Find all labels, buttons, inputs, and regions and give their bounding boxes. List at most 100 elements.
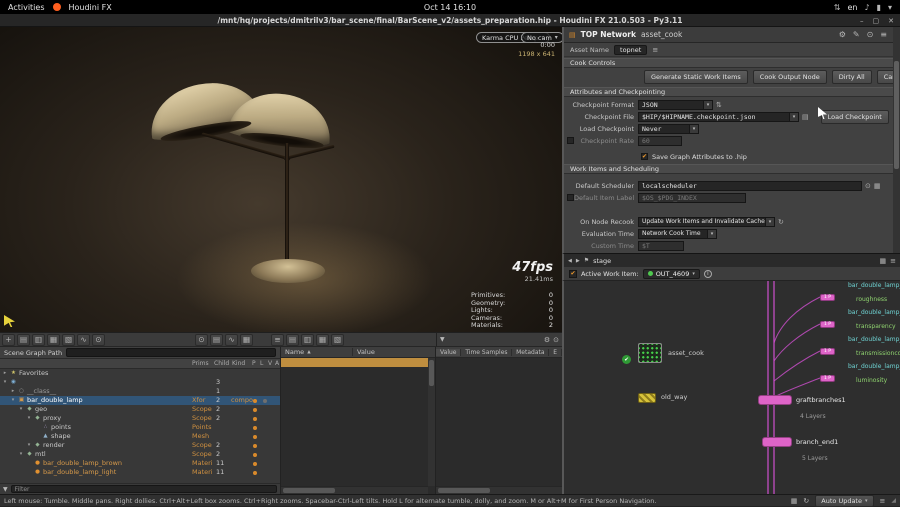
checkpoint-rate-input[interactable]: 60 (638, 136, 682, 146)
battery-icon[interactable] (877, 3, 881, 12)
network-path[interactable]: stage (593, 257, 611, 265)
work-item-chip[interactable]: 1 P (820, 348, 835, 355)
thumbnail-view-icon[interactable] (331, 334, 344, 346)
scene-graph-row[interactable]: ◆proxy Scope 2 (0, 414, 280, 423)
default-item-label-input[interactable]: $OS_$PDG_INDEX (638, 193, 746, 203)
work-item-chip[interactable]: 1 P (820, 294, 835, 301)
selected-attribute-row[interactable] (281, 358, 429, 367)
load-checkpoint-button[interactable]: Load Checkpoint (821, 110, 889, 124)
work-item-chip[interactable]: 1 P (820, 321, 835, 328)
snap-tool-icon[interactable] (195, 334, 208, 346)
split-tool-icon[interactable] (32, 334, 45, 346)
detail-view-icon[interactable] (316, 334, 329, 346)
checkpoint-format-dropdown[interactable]: JSON (638, 100, 713, 110)
volume-icon[interactable] (864, 3, 869, 12)
scene-viewport[interactable]: Karma CPU Persp No cam 0:00 1198 x 641 4… (0, 27, 562, 332)
cook-controls-section[interactable]: Cook Controls (564, 58, 900, 68)
work-item-selector[interactable]: OUT_4609 (643, 269, 700, 279)
tab-time-samples[interactable]: Time Samples (461, 349, 512, 356)
scene-graph-row[interactable]: ●bar_double_lamp_light Materi 11 (0, 468, 280, 477)
system-menu-caret-icon[interactable] (888, 3, 892, 12)
scene-graph-row[interactable]: ∴points Points (0, 423, 280, 432)
path-menu-icon[interactable] (890, 257, 896, 265)
col-flag-a[interactable]: A (275, 360, 279, 367)
grid-tool-icon[interactable] (47, 334, 60, 346)
scrollbar-thumb[interactable] (438, 488, 490, 493)
on-node-recook-dropdown[interactable]: Update Work Items and Invalidate Caches (638, 217, 775, 227)
tree-view-icon[interactable] (301, 334, 314, 346)
maximize-button[interactable] (873, 17, 880, 25)
clock[interactable]: Oct 14 16:10 (424, 0, 476, 14)
expand-caret-icon[interactable] (2, 369, 8, 378)
network-editor[interactable]: asset_cook old_way 1 P 1 P 1 P 1 P bar_d… (562, 281, 900, 494)
expand-caret-icon[interactable] (10, 387, 16, 396)
scrollbar-thumb[interactable] (429, 360, 434, 386)
update-mode-icon[interactable] (803, 497, 809, 505)
expand-caret-icon[interactable] (26, 414, 32, 423)
asset-menu-icon[interactable] (652, 46, 658, 54)
name-column-header[interactable]: Name▲ (281, 348, 353, 356)
reorder-icon[interactable] (716, 101, 722, 109)
activation-toggle[interactable] (253, 435, 257, 439)
work-items-scheduling-section[interactable]: Work Items and Scheduling (564, 164, 900, 174)
horizontal-scrollbar[interactable] (281, 486, 428, 494)
activation-toggle[interactable] (253, 444, 257, 448)
node-old-way[interactable] (638, 393, 656, 403)
expand-caret-icon[interactable] (2, 378, 8, 387)
open-node-icon[interactable] (874, 182, 881, 190)
network-icon[interactable] (834, 3, 841, 12)
scene-graph-row[interactable]: ◆mtl Scope 2 (0, 450, 280, 459)
load-checkpoint-dropdown[interactable]: Never (638, 124, 699, 134)
add-tool-icon[interactable] (2, 334, 15, 346)
chevron-down-icon[interactable] (790, 112, 799, 122)
pane-menu-icon[interactable] (880, 30, 887, 39)
col-flag-v[interactable]: V (268, 360, 272, 367)
flag-icon[interactable] (584, 257, 589, 264)
custom-time-input[interactable]: $T (638, 241, 684, 251)
activation-toggle[interactable] (253, 453, 257, 457)
display-tool-icon[interactable] (240, 334, 253, 346)
asset-name-value[interactable]: topnet (614, 45, 647, 55)
app-menu-button[interactable]: Houdini FX (69, 3, 112, 12)
snapshot-icon[interactable] (880, 257, 887, 265)
scrollbar-thumb[interactable] (283, 488, 335, 493)
scene-graph-row[interactable]: ◆render Scope 2 (0, 441, 280, 450)
back-icon[interactable] (568, 258, 572, 264)
scene-graph-row[interactable]: ★Favorites (0, 369, 280, 378)
generate-static-work-items-button[interactable]: Generate Static Work Items (644, 70, 748, 84)
activation-toggle[interactable] (253, 399, 257, 403)
param-enable-checkbox[interactable] (567, 194, 574, 201)
dirty-all-button[interactable]: Dirty All (832, 70, 872, 84)
default-scheduler-input[interactable]: localscheduler (638, 181, 862, 191)
gear-icon[interactable] (839, 30, 846, 39)
node-chooser-icon[interactable] (865, 182, 871, 190)
save-graph-checkbox[interactable]: Save Graph Attributes to .hip (638, 153, 747, 161)
top-node-asset-cook[interactable] (638, 343, 662, 363)
scene-graph-row[interactable]: ●bar_double_lamp_brown Materi 11 (0, 459, 280, 468)
expand-caret-icon[interactable] (26, 441, 32, 450)
col-flag-l[interactable]: L (260, 360, 263, 367)
scene-graph-row[interactable]: ▲shape Mesh (0, 432, 280, 441)
tab-metadata[interactable]: Metadata (512, 349, 549, 356)
tab-value[interactable]: Value (436, 349, 461, 356)
motion-tool-icon[interactable] (225, 334, 238, 346)
auto-update-selector[interactable]: Auto Update (815, 495, 873, 507)
close-button[interactable] (888, 17, 894, 25)
parameter-scrollbar[interactable] (893, 27, 900, 253)
activation-toggle[interactable] (253, 462, 257, 466)
param-enable-checkbox[interactable] (567, 137, 574, 144)
language-indicator[interactable]: en (847, 3, 857, 12)
forward-icon[interactable] (576, 258, 580, 264)
cache-icon[interactable] (791, 497, 798, 505)
window-title-bar[interactable]: /mnt/hq/projects/dmitrilv3/bar_scene/fin… (0, 14, 900, 27)
activation-toggle[interactable] (253, 417, 257, 421)
tab-extra[interactable]: E (549, 349, 562, 356)
col-kind[interactable]: Kind (232, 360, 245, 367)
active-work-item-checkbox[interactable] (569, 270, 577, 278)
info-icon[interactable]: i (704, 270, 712, 278)
work-item-chip[interactable]: 1 P (820, 375, 835, 382)
scene-graph-row-selected[interactable]: ▣bar_double_lamp Xfor 2 compo (0, 396, 280, 405)
col-flag-p[interactable]: P (252, 360, 256, 367)
minimize-button[interactable] (860, 17, 864, 25)
cook-output-node-button[interactable]: Cook Output Node (753, 70, 827, 84)
